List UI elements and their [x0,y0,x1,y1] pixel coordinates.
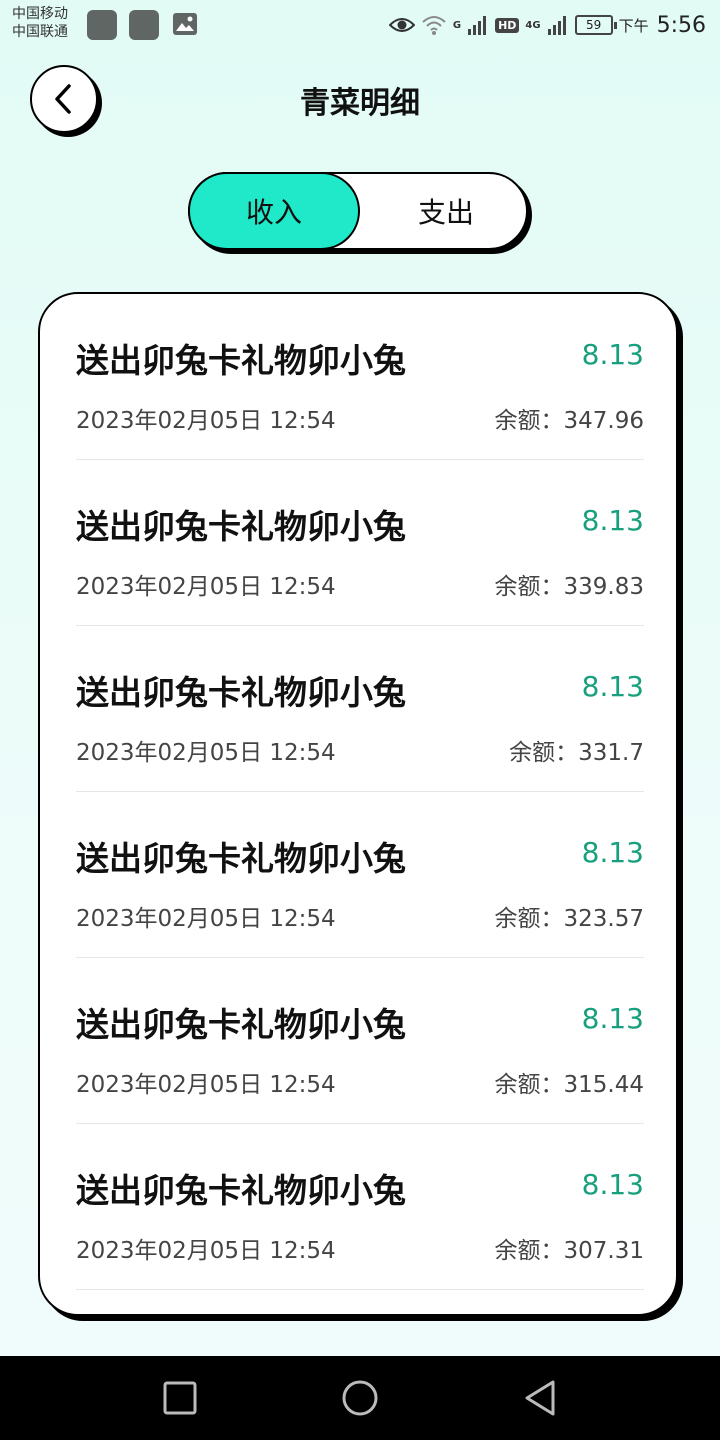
eye-icon [388,18,415,32]
network-type-1: G [452,19,462,31]
record-balance: 余额：339.83 [494,574,644,600]
record-title: 送出卯兔卡礼物卯小兔 [76,1171,406,1210]
signal-icon [468,16,487,35]
record-title: 送出卯兔卡礼物卯小兔 [76,507,406,546]
record-title: 送出卯兔卡礼物卯小兔 [76,341,406,380]
list-item[interactable]: 送出卯兔卡礼物卯小兔 8.13 2023年02月05日 12:54 余额：315… [76,958,644,1124]
record-amount: 8.13 [581,1168,644,1201]
record-balance: 余额：323.57 [494,906,644,932]
network-type-2: 4G [525,19,541,31]
record-date: 2023年02月05日 12:54 [76,906,336,932]
app-notification-icon [129,10,159,40]
tab-switcher: 收入 支出 [188,172,528,250]
record-date: 2023年02月05日 12:54 [76,1072,336,1098]
record-amount: 8.13 [581,338,644,371]
status-right: G HD 4G 59 下午 5:56 [388,8,706,42]
battery-level: 59 [585,18,602,32]
list-item[interactable]: 送出卯兔卡礼物卯小兔 8.13 2023年02月05日 12:54 余额：331… [76,626,644,792]
list-item[interactable]: 送出卯兔卡礼物卯小兔 8.13 2023年02月05日 12:54 余额：307… [76,1124,644,1290]
triangle-back-icon[interactable] [520,1378,560,1418]
battery-icon: 59 [574,15,617,35]
record-title: 送出卯兔卡礼物卯小兔 [76,839,406,878]
page-title: 青菜明细 [300,86,420,121]
tab-expense[interactable]: 支出 [360,172,532,250]
time-period: 下午 [618,16,649,35]
hd-badge: HD [495,17,520,33]
carrier-2: 中国联通 [12,24,68,40]
record-title: 送出卯兔卡礼物卯小兔 [76,673,406,712]
tab-income[interactable]: 收入 [188,172,360,250]
records-card: 送出卯兔卡礼物卯小兔 8.13 2023年02月05日 12:54 余额：347… [38,292,678,1316]
record-balance: 余额：307.31 [494,1238,644,1264]
record-title: 送出卯兔卡礼物卯小兔 [76,1005,406,1044]
record-date: 2023年02月05日 12:54 [76,1238,336,1264]
record-date: 2023年02月05日 12:54 [76,740,336,766]
record-amount: 8.13 [581,1002,644,1035]
record-balance: 余额：331.7 [509,740,644,766]
app-notification-icon [87,10,117,40]
clock: 5:56 [656,12,706,38]
wifi-icon [422,16,446,35]
record-amount: 8.13 [581,670,644,703]
record-balance: 余额：347.96 [494,408,644,434]
record-date: 2023年02月05日 12:54 [76,408,336,434]
record-amount: 8.13 [581,836,644,869]
signal-icon [547,16,566,35]
carrier-info: 中国移动 中国联通 [12,5,68,41]
gallery-icon [173,13,197,35]
status-bar: 中国移动 中国联通 G HD 4G 59 下午 5:56 [0,0,720,52]
list-item[interactable]: 送出卯兔卡礼物卯小兔 8.13 2023年02月05日 12:54 余额：347… [76,294,644,460]
circle-icon[interactable] [340,1378,380,1418]
record-amount: 8.13 [581,504,644,537]
list-item[interactable]: 送出卯兔卡礼物卯小兔 8.13 2023年02月05日 12:54 余额：323… [76,792,644,958]
carrier-1: 中国移动 [12,6,68,22]
list-item[interactable]: 送出卯兔卡礼物卯小兔 8.13 2023年02月05日 12:54 余额：339… [76,460,644,626]
navigation-bar [0,1356,720,1440]
record-date: 2023年02月05日 12:54 [76,574,336,600]
square-icon[interactable] [160,1378,200,1418]
record-balance: 余额：315.44 [494,1072,644,1098]
